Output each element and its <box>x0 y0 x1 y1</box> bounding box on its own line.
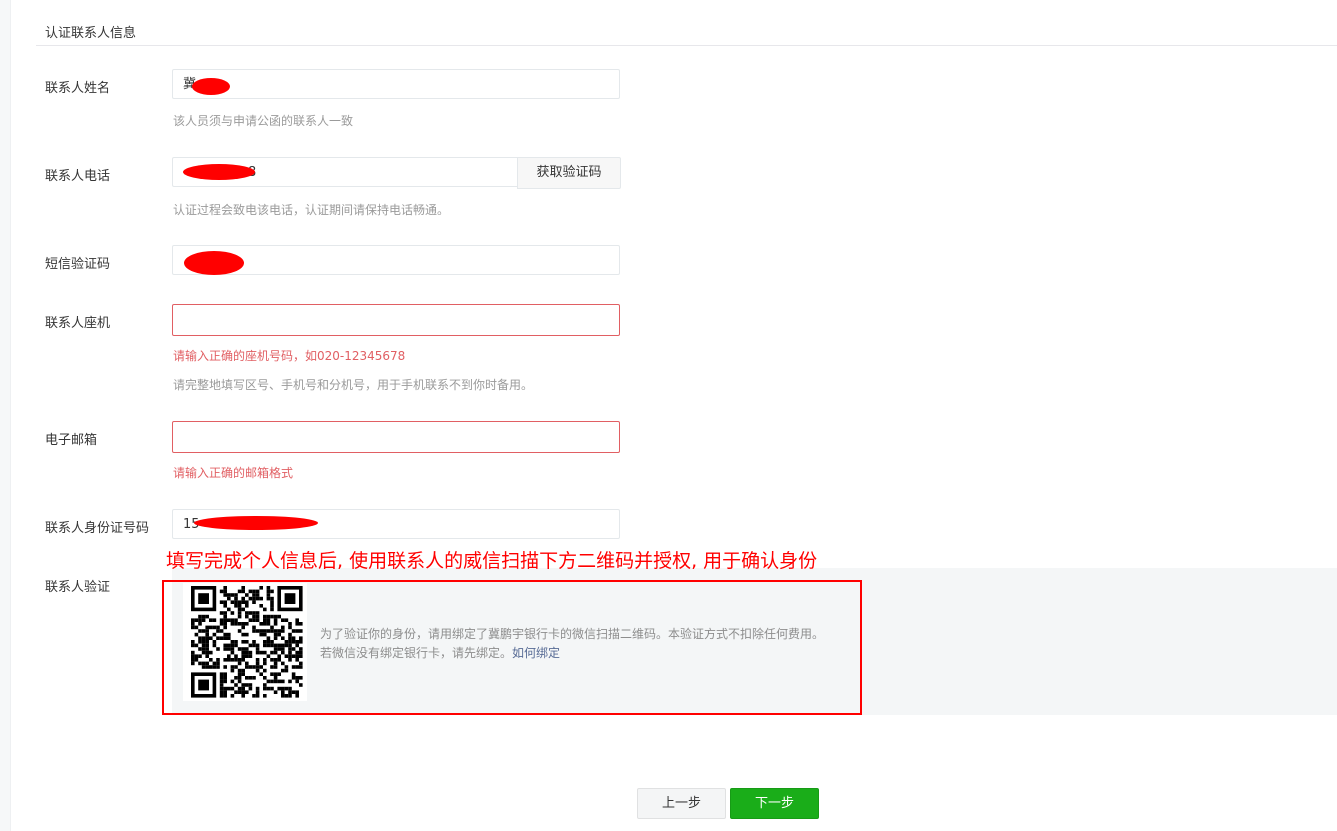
landline-label: 联系人座机 <box>45 316 111 331</box>
section-divider <box>36 45 1337 46</box>
landline-input[interactable] <box>172 304 620 336</box>
email-input[interactable] <box>172 421 620 453</box>
contact-phone-label: 联系人电话 <box>45 169 111 184</box>
contact-name-tip: 该人员须与申请公函的联系人一致 <box>173 114 354 128</box>
contact-name-input[interactable]: 冀 <box>172 69 620 99</box>
sms-code-label: 短信验证码 <box>45 257 111 272</box>
contact-name-label: 联系人姓名 <box>45 81 111 96</box>
landline-error: 请输入正确的座机号码，如020-12345678 <box>173 349 406 363</box>
annotation-text: 填写完成个人信息后, 使用联系人的威信扫描下方二维码并授权, 用于确认身份 <box>166 550 818 572</box>
landline-tip: 请完整地填写区号、手机号和分机号，用于手机联系不到你时备用。 <box>173 378 534 392</box>
annotation-highlight-box <box>162 580 862 715</box>
contact-phone-tip: 认证过程会致电该电话，认证期间请保持电话畅通。 <box>173 203 450 217</box>
email-label: 电子邮箱 <box>45 433 98 448</box>
verification-label: 联系人验证 <box>45 580 111 595</box>
left-sidebar-strip <box>0 0 11 831</box>
section-title: 认证联系人信息 <box>45 26 137 41</box>
id-number-label: 联系人身份证号码 <box>45 521 150 536</box>
email-error: 请输入正确的邮箱格式 <box>173 466 294 480</box>
next-step-button[interactable]: 下一步 <box>730 788 819 819</box>
redaction-mark <box>183 164 255 180</box>
get-code-button[interactable]: 获取验证码 <box>517 157 621 189</box>
redaction-mark <box>184 251 244 275</box>
previous-step-button[interactable]: 上一步 <box>637 788 726 819</box>
redaction-mark <box>194 516 318 530</box>
redaction-mark <box>192 78 230 95</box>
